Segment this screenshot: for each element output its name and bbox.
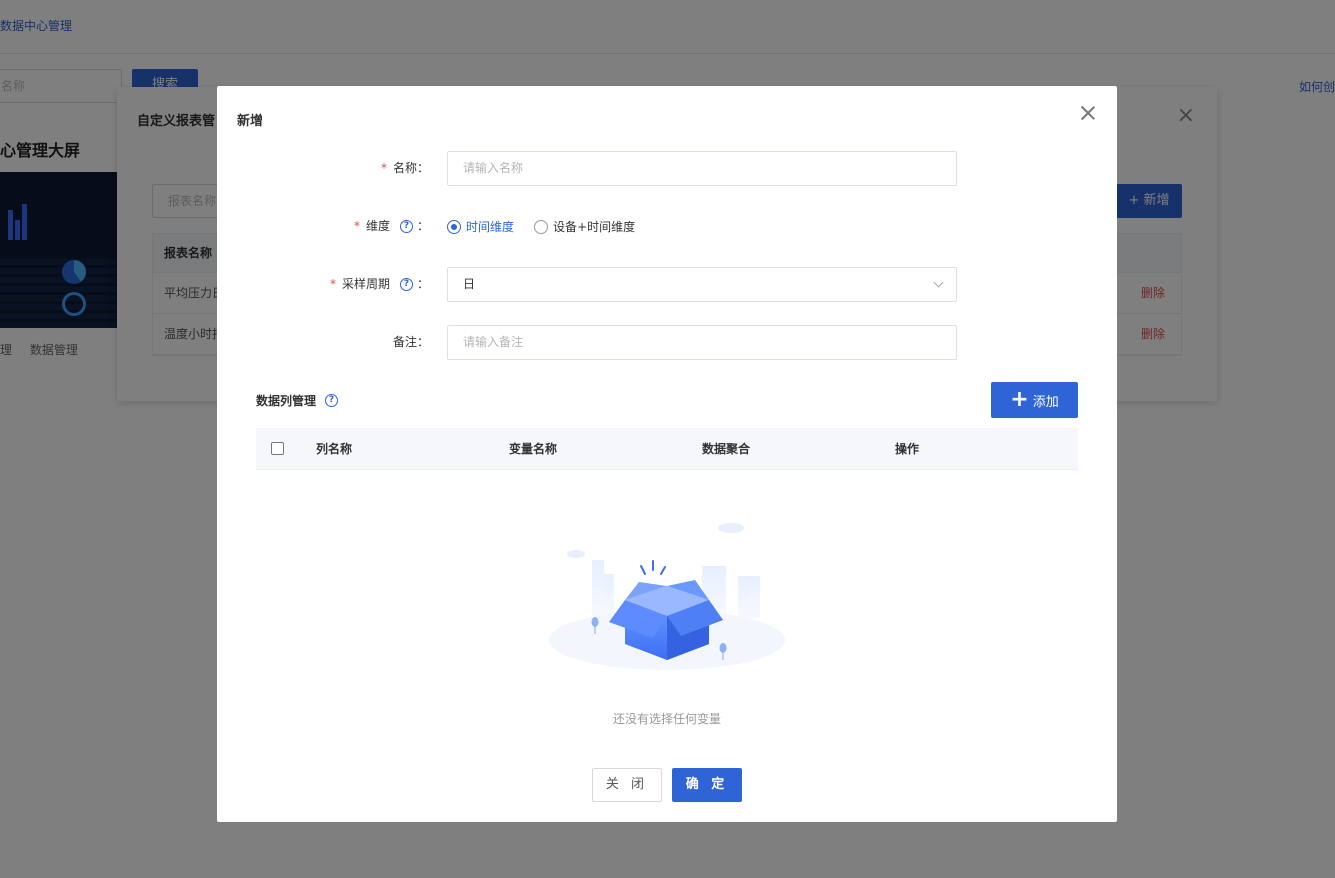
confirm-button[interactable]: 确 定 [672, 768, 742, 802]
columns-section-title: 数据列管理 ? [256, 392, 342, 409]
name-input[interactable]: 请输入名称 [447, 151, 957, 186]
col-header-column-name: 列名称 [316, 442, 353, 456]
select-all-checkbox[interactable] [271, 442, 284, 455]
add-modal: 新增 * 名称： 请输入名称 * 维度 ? ： 时间维度 设备+时间维度 * 采… [217, 86, 1117, 822]
help-icon[interactable]: ? [399, 278, 413, 291]
close-icon[interactable] [1079, 104, 1097, 122]
name-label: * 名称： [381, 151, 429, 186]
form-row-dimension: * 维度 ? ： 时间维度 设备+时间维度 [217, 209, 1117, 244]
radio-dot [447, 219, 461, 234]
col-header-aggregation: 数据聚合 [702, 442, 751, 456]
col-header-actions: 操作 [895, 442, 920, 456]
required-mark: * [329, 277, 336, 291]
remark-input[interactable]: 请输入备注 [447, 325, 957, 360]
form-row-remark: 备注： 请输入备注 [217, 325, 1117, 360]
radio-dot [534, 219, 549, 234]
dimension-label: * 维度 ? ： [354, 209, 429, 244]
form-row-name: * 名称： 请输入名称 [217, 151, 1117, 186]
remark-label: 备注： [392, 335, 429, 349]
form-row-period: * 采样周期 ? ： 日 [217, 267, 1117, 302]
dimension-radio-group: 时间维度 设备+时间维度 [447, 209, 655, 244]
close-button[interactable]: 关 闭 [592, 768, 662, 802]
empty-box-illustration [549, 523, 785, 670]
required-mark: * [353, 219, 360, 233]
help-icon[interactable]: ? [325, 394, 339, 407]
modal-title: 新增 [237, 114, 264, 129]
period-label: * 采样周期 ? ： [330, 267, 429, 302]
plus-icon: + [1010, 387, 1029, 412]
radio-device-time-dimension[interactable]: 设备+时间维度 [534, 218, 635, 235]
required-mark: * [380, 161, 387, 175]
empty-text: 还没有选择任何变量 [612, 712, 721, 726]
radio-time-dimension[interactable]: 时间维度 [447, 218, 514, 235]
period-select[interactable]: 日 [447, 267, 957, 302]
help-icon[interactable]: ? [399, 220, 413, 233]
add-column-button[interactable]: + 添加 [991, 382, 1078, 418]
col-header-variable-name: 变量名称 [509, 442, 558, 456]
columns-table-header: 列名称 变量名称 数据聚合 操作 [256, 428, 1078, 470]
chevron-down-icon [933, 277, 944, 288]
